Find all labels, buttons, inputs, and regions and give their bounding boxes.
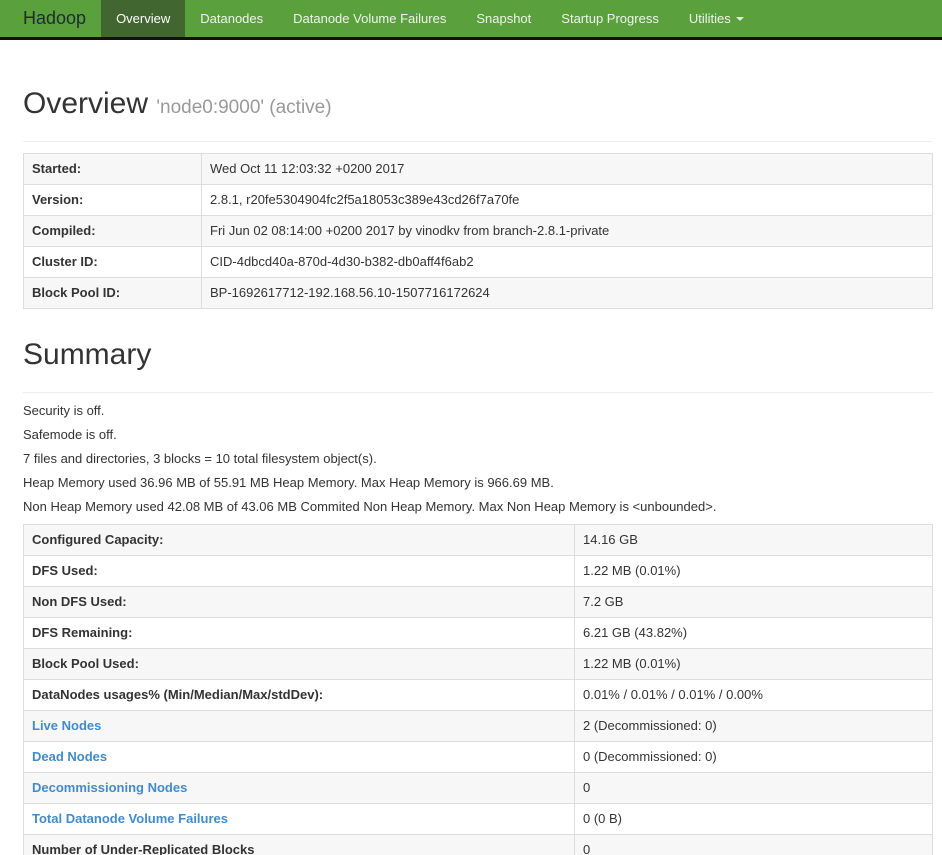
row-link[interactable]: Total Datanode Volume Failures bbox=[32, 811, 228, 826]
row-block-pool-used: Block Pool Used: 1.22 MB (0.01%) bbox=[23, 648, 933, 680]
row-link[interactable]: Live Nodes bbox=[32, 718, 101, 733]
row-value: 0.01% / 0.01% / 0.01% / 0.00% bbox=[574, 679, 933, 711]
row-value: 2.8.1, r20fe5304904fc2f5a18053c389e43cd2… bbox=[201, 184, 933, 216]
row-label: Number of Under-Replicated Blocks bbox=[23, 834, 575, 855]
row-value: 2 (Decommissioned: 0) bbox=[574, 710, 933, 742]
nav-item-utilities[interactable]: Utilities bbox=[674, 0, 759, 37]
row-value: 0 (0 B) bbox=[574, 803, 933, 835]
row-live-nodes: Live Nodes 2 (Decommissioned: 0) bbox=[23, 710, 933, 742]
nav-item-label: Utilities bbox=[688, 11, 731, 26]
row-label: DFS Used: bbox=[23, 555, 575, 587]
row-started: Started: Wed Oct 11 12:03:32 +0200 2017 bbox=[23, 153, 933, 185]
row-dead-nodes: Dead Nodes 0 (Decommissioned: 0) bbox=[23, 741, 933, 773]
row-label: Version: bbox=[23, 184, 202, 216]
row-value: 1.22 MB (0.01%) bbox=[574, 555, 933, 587]
row-label: DataNodes usages% (Min/Median/Max/stdDev… bbox=[23, 679, 575, 711]
nav-items: Overview Datanodes Datanode Volume Failure… bbox=[101, 0, 759, 37]
nav-item-datanode-volume-failures[interactable]: Datanode Volume Failures bbox=[278, 0, 461, 37]
row-label: Started: bbox=[23, 153, 202, 185]
row-label: Configured Capacity: bbox=[23, 524, 575, 556]
row-label-cell: Live Nodes bbox=[23, 710, 575, 742]
row-label: DFS Remaining: bbox=[23, 617, 575, 649]
overview-table: Started: Wed Oct 11 12:03:32 +0200 2017 Ve… bbox=[23, 153, 933, 309]
row-value: 7.2 GB bbox=[574, 586, 933, 618]
summary-table-wrap: Configured Capacity: 14.16 GB DFS Used: 1.2… bbox=[23, 524, 933, 855]
row-value: 1.22 MB (0.01%) bbox=[574, 648, 933, 680]
row-version: Version: 2.8.1, r20fe5304904fc2f5a18053c3… bbox=[23, 184, 933, 216]
row-value: 14.16 GB bbox=[574, 524, 933, 556]
row-value: CID-4dbcd40a-870d-4d30-b382-db0aff4f6ab2 bbox=[201, 246, 933, 278]
nav-item-label: Snapshot bbox=[476, 11, 532, 26]
nav-item-startup-progress[interactable]: Startup Progress bbox=[546, 0, 674, 37]
row-value: 0 bbox=[574, 834, 933, 855]
caret-down-icon bbox=[735, 16, 744, 21]
row-value: 0 bbox=[574, 772, 933, 804]
nav-item-label: Startup Progress bbox=[561, 11, 659, 26]
row-label-cell: Total Datanode Volume Failures bbox=[23, 803, 575, 835]
row-label: Compiled: bbox=[23, 215, 202, 247]
row-value: BP-1692617712-192.168.56.10-150771617262… bbox=[201, 277, 933, 309]
page-subtitle: 'node0:9000' (active) bbox=[156, 97, 332, 118]
row-label: Cluster ID: bbox=[23, 246, 202, 278]
page-title: Overview 'node0:9000' (active) bbox=[23, 87, 933, 120]
nav-item-label: Datanode Volume Failures bbox=[293, 11, 447, 26]
row-dfs-used: DFS Used: 1.22 MB (0.01%) bbox=[23, 555, 933, 587]
row-value: Wed Oct 11 12:03:32 +0200 2017 bbox=[201, 153, 933, 185]
navbar: Hadoop Overview Datanodes Datanode Volume … bbox=[0, 0, 942, 40]
row-link[interactable]: Decommissioning Nodes bbox=[32, 780, 187, 795]
nav-item-overview[interactable]: Overview bbox=[101, 0, 186, 37]
row-decommissioning-nodes: Decommissioning Nodes 0 bbox=[23, 772, 933, 804]
page-title-text: Overview bbox=[23, 87, 149, 120]
nav-item-label: Datanodes bbox=[200, 11, 264, 26]
summary-paragraph: 7 files and directories, 3 blocks = 10 t… bbox=[23, 451, 377, 466]
summary-paragraph: Non Heap Memory used 42.08 MB of 43.06 M… bbox=[23, 499, 717, 514]
row-label: Block Pool ID: bbox=[23, 277, 202, 309]
row-value: 6.21 GB (43.82%) bbox=[574, 617, 933, 649]
summary-paragraphs: Security is off. Safemode is off. 7 files … bbox=[23, 404, 933, 514]
divider bbox=[23, 392, 933, 393]
row-link[interactable]: Dead Nodes bbox=[32, 749, 107, 764]
row-non-dfs-used: Non DFS Used: 7.2 GB bbox=[23, 586, 933, 618]
page-content: Overview 'node0:9000' (active) Started: W… bbox=[0, 87, 942, 855]
row-block-pool-id: Block Pool ID: BP-1692617712-192.168.56.1… bbox=[23, 277, 933, 309]
row-number-of-under-replicated-blocks: Number of Under-Replicated Blocks 0 bbox=[23, 834, 933, 855]
row-label: Non DFS Used: bbox=[23, 586, 575, 618]
row-value: Fri Jun 02 08:14:00 +0200 2017 by vinodk… bbox=[201, 215, 933, 247]
row-label: Block Pool Used: bbox=[23, 648, 575, 680]
summary-title: Summary bbox=[23, 338, 152, 371]
divider bbox=[23, 141, 933, 142]
summary-paragraph: Safemode is off. bbox=[23, 427, 117, 442]
brand-hadoop[interactable]: Hadoop bbox=[8, 0, 101, 37]
row-configured-capacity: Configured Capacity: 14.16 GB bbox=[23, 524, 933, 556]
row-value: 0 (Decommissioned: 0) bbox=[574, 741, 933, 773]
nav-item-datanodes[interactable]: Datanodes bbox=[185, 0, 278, 37]
summary-paragraph: Heap Memory used 36.96 MB of 55.91 MB He… bbox=[23, 475, 554, 490]
row-compiled: Compiled: Fri Jun 02 08:14:00 +0200 2017 … bbox=[23, 215, 933, 247]
row-cluster-id: Cluster ID: CID-4dbcd40a-870d-4d30-b382-d… bbox=[23, 246, 933, 278]
summary-paragraph: Security is off. bbox=[23, 403, 105, 418]
nav-item-label: Overview bbox=[116, 11, 171, 26]
nav-item-snapshot[interactable]: Snapshot bbox=[461, 0, 546, 37]
row-dfs-remaining: DFS Remaining: 6.21 GB (43.82%) bbox=[23, 617, 933, 649]
row-total-datanode-volume-failures: Total Datanode Volume Failures 0 (0 B) bbox=[23, 803, 933, 835]
row-datanodes-usages-min-median-max-stddev: DataNodes usages% (Min/Median/Max/stdDev… bbox=[23, 679, 933, 711]
row-label-cell: Dead Nodes bbox=[23, 741, 575, 773]
summary-table: Configured Capacity: 14.16 GB DFS Used: 1.2… bbox=[23, 524, 933, 855]
row-label-cell: Decommissioning Nodes bbox=[23, 772, 575, 804]
